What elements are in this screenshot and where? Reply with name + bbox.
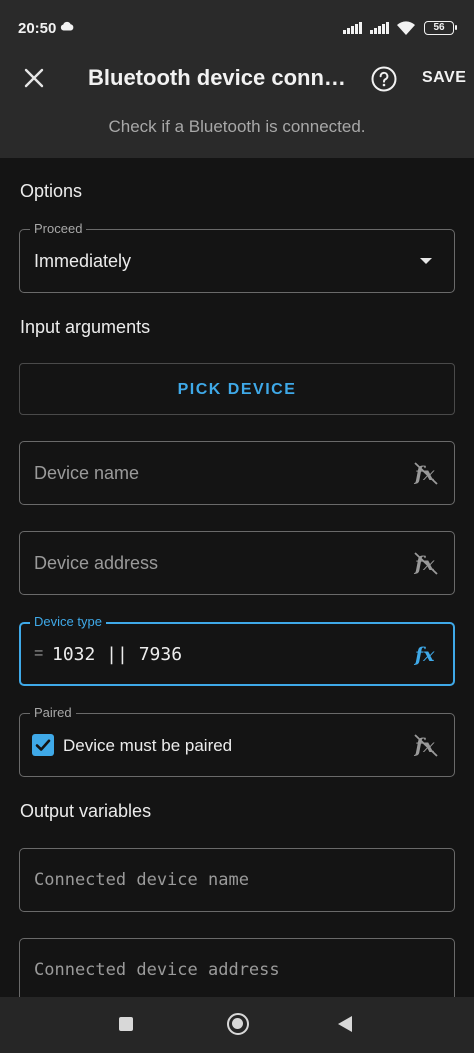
device-type-label: Device type	[30, 614, 106, 630]
output-variables-section-title: Output variables	[20, 801, 152, 821]
battery-icon: 56	[424, 21, 457, 35]
paired-label: Paired	[30, 705, 76, 721]
home-icon[interactable]	[227, 1013, 249, 1035]
proceed-value: Immediately	[34, 251, 132, 271]
proceed-dropdown[interactable]: Proceed Immediately	[19, 221, 455, 293]
fx-off-icon[interactable]: fx	[412, 549, 440, 577]
help-circle-icon[interactable]	[371, 66, 397, 92]
device-type-field[interactable]: Device type = 1032 || 7936 fx	[19, 614, 455, 686]
save-button[interactable]: SAVE	[422, 69, 466, 87]
close-icon[interactable]	[20, 64, 48, 92]
page-title: Bluetooth device connected	[88, 65, 350, 90]
connected-device-address-field[interactable]: Connected device address	[19, 938, 455, 1002]
svg-text:fx: fx	[413, 735, 435, 757]
fx-off-icon[interactable]: fx	[412, 731, 440, 759]
proceed-label: Proceed	[30, 221, 87, 237]
device-name-field[interactable]: Device name fx	[19, 441, 455, 505]
fx-icon[interactable]: fx	[412, 640, 440, 668]
fx-off-icon[interactable]: fx	[412, 459, 440, 487]
page-subtitle: Check if a Bluetooth is connected.	[108, 117, 366, 136]
back-icon[interactable]	[338, 1016, 352, 1032]
checkmark-icon	[35, 739, 51, 751]
options-section-title: Options	[20, 181, 83, 201]
device-type-value[interactable]: 1032 || 7936	[52, 644, 182, 665]
paired-field: Paired Device must be paired fx	[19, 705, 455, 777]
app-header: 20:50 56 Bluetooth device connected SAVE…	[0, 0, 474, 158]
signal-icon	[370, 22, 389, 34]
pick-device-button[interactable]: PICK DEVICE	[19, 363, 455, 415]
status-time: 20:50	[18, 20, 57, 37]
signal-icon	[343, 22, 362, 34]
svg-text:fx: fx	[413, 644, 435, 666]
wifi-icon	[397, 21, 415, 35]
connected-device-name-field[interactable]: Connected device name	[19, 848, 455, 912]
recents-icon[interactable]	[119, 1017, 133, 1031]
expression-prefix: =	[34, 645, 44, 662]
paired-checkbox-label[interactable]: Device must be paired	[63, 736, 232, 756]
cloud-icon	[60, 21, 74, 31]
device-name-placeholder: Device name	[34, 463, 140, 483]
input-arguments-section-title: Input arguments	[20, 317, 151, 337]
paired-checkbox[interactable]	[32, 734, 54, 756]
system-navigation-bar	[0, 997, 474, 1053]
svg-text:fx: fx	[413, 463, 435, 485]
status-bar: 20:50 56	[0, 0, 474, 56]
connected-device-address-placeholder: Connected device address	[34, 960, 280, 980]
connected-device-name-placeholder: Connected device name	[34, 870, 249, 890]
svg-text:fx: fx	[413, 553, 435, 575]
device-address-placeholder: Device address	[34, 553, 159, 573]
device-address-field[interactable]: Device address fx	[19, 531, 455, 595]
chevron-down-icon	[420, 258, 432, 264]
